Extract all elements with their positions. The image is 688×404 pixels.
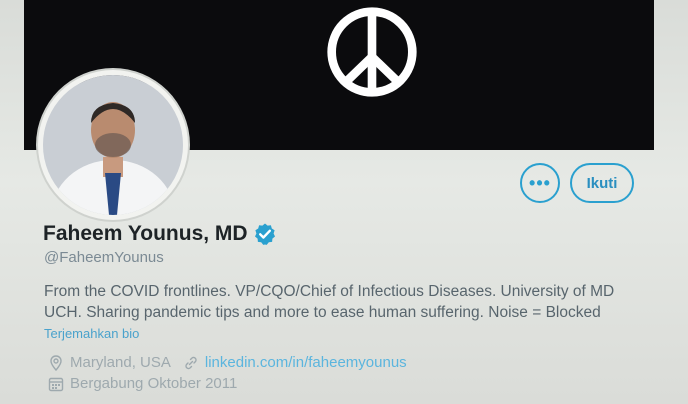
bio-line-2: UCH. Sharing pandemic tips and more to e…	[44, 304, 601, 321]
profile-bio: From the COVID frontlines. VP/CQO/Chief …	[44, 281, 624, 323]
calendar-icon	[48, 377, 64, 391]
profile-handle: @FaheemYounus	[44, 249, 164, 266]
link-icon	[185, 356, 197, 369]
profile-name-text: Faheem Younus, MD	[43, 222, 248, 245]
profile-meta-row: Maryland, USA linkedin.com/in/faheemyoun…	[48, 354, 407, 371]
profile-location: Maryland, USA	[70, 354, 171, 371]
profile-joined-row: Bergabung Oktober 2011	[48, 375, 237, 392]
follow-button[interactable]: Ikuti	[570, 163, 634, 203]
location-pin-icon	[50, 354, 62, 371]
profile-website-link[interactable]: linkedin.com/in/faheemyounus	[205, 354, 407, 371]
profile-joined: Bergabung Oktober 2011	[70, 375, 238, 392]
verified-badge-icon	[254, 223, 275, 245]
more-icon: •••	[529, 172, 551, 193]
follow-label: Ikuti	[586, 174, 618, 192]
peace-sign-icon	[327, 7, 417, 97]
avatar-photo	[43, 75, 183, 215]
translate-bio-link[interactable]: Terjemahkan bio	[44, 326, 139, 341]
more-options-button[interactable]: •••	[520, 163, 560, 203]
profile-avatar[interactable]	[38, 70, 188, 220]
profile-name: Faheem Younus, MD	[43, 222, 277, 246]
bio-line-1: From the COVID frontlines. VP/CQO/Chief …	[44, 283, 615, 300]
